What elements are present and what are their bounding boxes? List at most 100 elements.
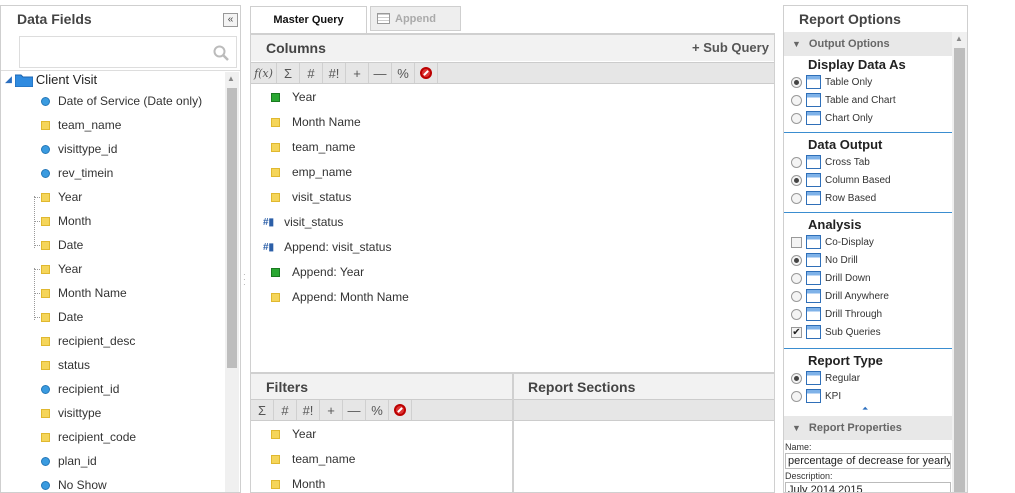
column-item[interactable]: Year [271, 90, 316, 104]
data-field-item[interactable]: recipient_desc [41, 334, 135, 348]
option-radio[interactable] [791, 76, 802, 88]
option-radio[interactable] [791, 390, 802, 402]
data-field-item[interactable]: team_name [41, 118, 121, 132]
remove-filter-button[interactable] [389, 400, 412, 420]
tab-append[interactable]: Append [370, 6, 461, 31]
data-field-label: Year [58, 262, 83, 276]
option-checkbox[interactable]: ✔ [791, 326, 802, 338]
column-item[interactable]: #▮ visit_status [263, 215, 343, 229]
chevron-down-icon: ▼ [792, 423, 801, 433]
data-field-item[interactable]: Date [41, 238, 83, 252]
data-field-item[interactable]: Date [41, 310, 83, 324]
report-properties-header[interactable]: ▼ Report Properties [784, 416, 952, 440]
collapse-panel-button[interactable]: « [223, 13, 238, 27]
report-options-scroll-thumb[interactable] [954, 48, 965, 492]
option-item[interactable]: Column Based [791, 173, 891, 187]
option-radio[interactable] [791, 272, 802, 284]
numeric-field-icon [41, 168, 50, 178]
columns-title: Columns [266, 40, 326, 56]
splitter-handle[interactable]: · · · [243, 271, 247, 290]
tree-root-client-visit[interactable]: ◢ Client Visit [5, 72, 97, 87]
data-field-item[interactable]: visittype_id [41, 142, 117, 156]
toolbar-button[interactable]: + [320, 400, 343, 420]
tab-master-query[interactable]: Master Query [250, 6, 367, 33]
option-radio[interactable] [791, 290, 802, 302]
filter-item[interactable]: Month [271, 477, 325, 491]
option-radio[interactable] [791, 372, 802, 384]
option-item[interactable]: Drill Through [791, 307, 882, 321]
option-item[interactable]: KPI [791, 389, 841, 403]
option-checkbox[interactable] [791, 236, 802, 248]
option-radio[interactable] [791, 94, 802, 106]
column-item[interactable]: emp_name [271, 165, 352, 179]
option-radio[interactable] [791, 174, 802, 186]
data-field-item[interactable]: recipient_id [41, 382, 119, 396]
option-radio[interactable] [791, 308, 802, 320]
data-field-item[interactable]: Year [41, 190, 82, 204]
report-options-scrollbar[interactable]: ▲ [952, 32, 967, 492]
option-radio[interactable] [791, 192, 802, 204]
option-item[interactable]: Row Based [791, 191, 876, 205]
toolbar-button[interactable]: # [300, 63, 323, 83]
toolbar-button[interactable]: % [366, 400, 389, 420]
data-field-item[interactable]: rev_timein [41, 166, 113, 180]
option-radio[interactable] [791, 112, 802, 124]
toolbar-button[interactable]: # [274, 400, 297, 420]
search-icon[interactable] [213, 45, 229, 61]
option-item[interactable]: ✔ Sub Queries [791, 325, 881, 339]
report-description-input[interactable] [785, 482, 951, 492]
search-input[interactable] [24, 43, 204, 61]
name-label: Name: [785, 442, 812, 452]
option-item[interactable]: Table and Chart [791, 93, 896, 107]
report-name-input[interactable] [785, 453, 951, 469]
filters-title: Filters [266, 379, 309, 395]
data-field-item[interactable]: status [41, 358, 90, 372]
column-item[interactable]: Append: Year [271, 265, 364, 279]
toolbar-button[interactable]: Σ [277, 63, 300, 83]
column-item[interactable]: visit_status [271, 190, 351, 204]
option-item[interactable]: Co-Display [791, 235, 874, 249]
option-item[interactable]: Drill Down [791, 271, 871, 285]
option-item[interactable]: Table Only [791, 75, 872, 89]
data-fields-scroll-thumb[interactable] [227, 88, 237, 368]
toolbar-button[interactable]: Σ [251, 400, 274, 420]
numeric-field-icon [41, 456, 50, 466]
option-item[interactable]: No Drill [791, 253, 858, 267]
output-options-header[interactable]: ▼ Output Options [784, 32, 952, 56]
filter-item[interactable]: Year [271, 427, 316, 441]
column-item[interactable]: team_name [271, 140, 355, 154]
toolbar-button[interactable]: f(x) [251, 63, 277, 83]
option-item[interactable]: Chart Only [791, 111, 873, 125]
expand-more-icon[interactable]: ⏶ [862, 404, 868, 414]
toolbar-button[interactable]: — [343, 400, 366, 420]
toolbar-button[interactable]: #! [323, 63, 346, 83]
data-field-item[interactable]: visittype [41, 406, 101, 420]
toolbar-button[interactable]: — [369, 63, 392, 83]
data-fields-scrollbar[interactable]: ▲ [225, 72, 239, 492]
columns-panel: Columns + Sub Query f(x) Σ # #! + —% Year Mont… [250, 33, 775, 373]
data-field-item[interactable]: recipient_code [41, 430, 136, 444]
option-radio[interactable] [791, 156, 802, 168]
column-item[interactable]: Month Name [271, 115, 361, 129]
data-field-item[interactable]: plan_id [41, 454, 97, 468]
data-field-item[interactable]: Month Name [41, 286, 127, 300]
filter-item[interactable]: team_name [271, 452, 355, 466]
remove-column-button[interactable] [415, 63, 438, 83]
expand-arrow-icon[interactable]: ◢ [5, 74, 12, 85]
data-field-label: visittype_id [58, 142, 118, 156]
option-item[interactable]: Drill Anywhere [791, 289, 889, 303]
data-field-item[interactable]: Month [41, 214, 91, 228]
data-field-label: rev_timein [58, 166, 114, 180]
data-field-item[interactable]: Year [41, 262, 82, 276]
toolbar-button[interactable]: % [392, 63, 415, 83]
column-item[interactable]: Append: Month Name [271, 290, 409, 304]
data-field-item[interactable]: Date of Service (Date only) [41, 94, 202, 108]
column-item[interactable]: #▮ Append: visit_status [263, 240, 391, 254]
toolbar-button[interactable]: #! [297, 400, 320, 420]
sub-query-button[interactable]: + Sub Query [692, 40, 769, 55]
option-item[interactable]: Regular [791, 371, 860, 385]
toolbar-button[interactable]: + [346, 63, 369, 83]
option-item[interactable]: Cross Tab [791, 155, 870, 169]
data-field-item[interactable]: No Show [41, 478, 107, 492]
option-radio[interactable] [791, 254, 802, 266]
